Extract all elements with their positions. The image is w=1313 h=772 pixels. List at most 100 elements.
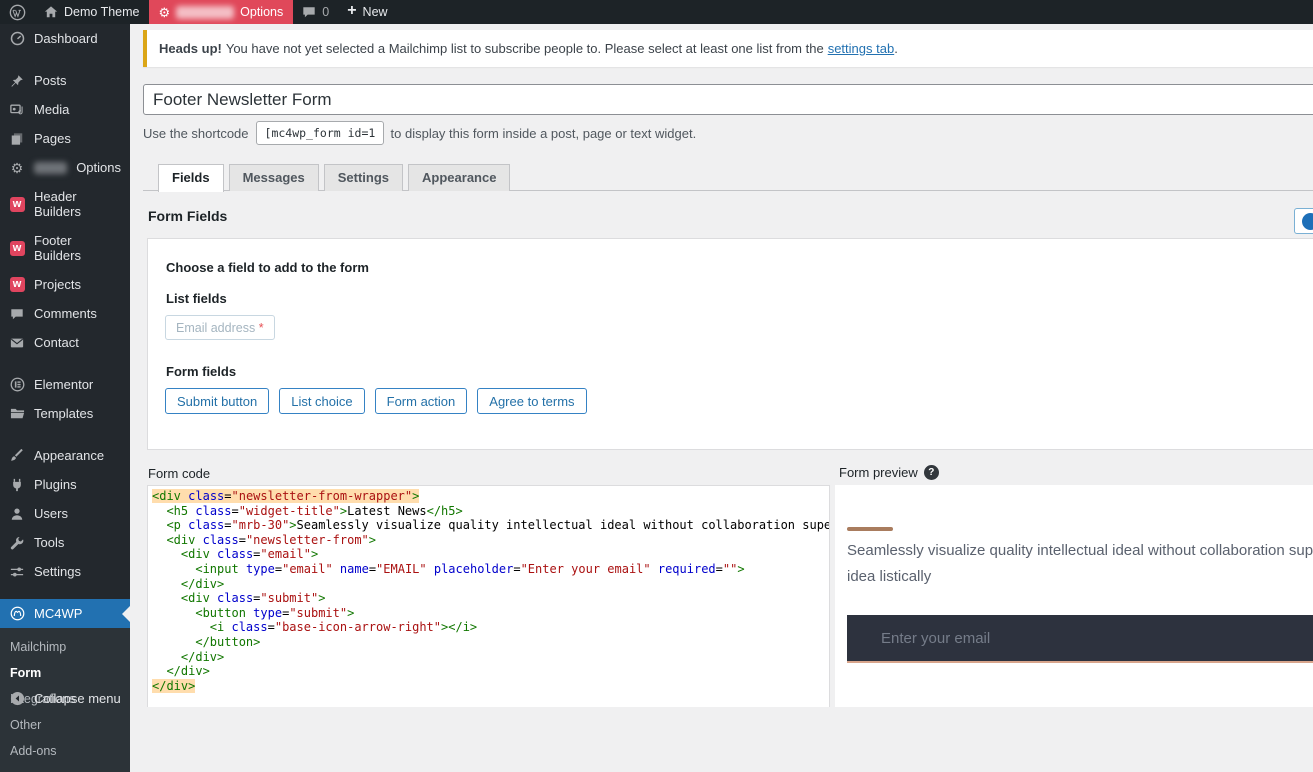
- wordpress-logo[interactable]: [0, 0, 35, 24]
- sidebar-item-templates[interactable]: Templates: [0, 399, 130, 428]
- envelope-icon: [9, 336, 25, 350]
- preview-paragraph-line2: idea listically: [847, 568, 931, 585]
- preview-paragraph-line1: Seamlessly visualize quality intellectua…: [847, 542, 1313, 559]
- plus-icon: +: [347, 3, 356, 19]
- sidebar-item-label: Projects: [34, 277, 81, 292]
- admin-bar: Demo Theme ⚙ Options 0 + New: [0, 0, 1313, 24]
- submit-button-field-button[interactable]: Submit button: [165, 388, 269, 414]
- preview-email-input[interactable]: [847, 615, 1313, 663]
- pages-icon: [9, 132, 25, 146]
- sidebar-item-media[interactable]: Media: [0, 95, 130, 124]
- collapse-menu-label: Collapse menu: [34, 691, 121, 706]
- sidebar-item-label: Dashboard: [34, 31, 98, 46]
- code-line: <p class="mrb-30">Seamlessly visualize q…: [152, 518, 829, 533]
- collapse-arrow-icon: [9, 691, 25, 706]
- sidebar-item-users[interactable]: Users: [0, 499, 130, 528]
- sidebar-item-contact[interactable]: Contact: [0, 328, 130, 357]
- tab-settings[interactable]: Settings: [324, 164, 403, 191]
- code-line: <div class="newsletter-from-wrapper">: [152, 489, 829, 504]
- site-name-menu[interactable]: Demo Theme: [35, 0, 149, 24]
- submenu-item-mailchimp[interactable]: Mailchimp: [0, 634, 130, 660]
- code-line: </div>: [152, 679, 829, 694]
- new-content-menu[interactable]: + New: [338, 0, 396, 24]
- form-fields-heading: Form Fields: [148, 208, 227, 224]
- sidebar-item-label: MC4WP: [34, 606, 82, 621]
- form-editor-tabs: FieldsMessagesSettingsAppearance: [143, 163, 1313, 191]
- sidebar-item-appearance[interactable]: Appearance: [0, 441, 130, 470]
- sidebar-item-label: Templates: [34, 406, 93, 421]
- theme-options-button[interactable]: ⚙ Options: [149, 0, 294, 24]
- elementor-icon: [9, 377, 25, 392]
- notice-bold-text: Heads up!: [159, 41, 222, 56]
- sidebar-item-label: Header Builders: [34, 189, 121, 219]
- dashboard-icon: [9, 31, 25, 46]
- sidebar-item-mc4wp[interactable]: MC4WP: [0, 599, 130, 628]
- code-line: <div class="newsletter-from">: [152, 533, 829, 548]
- notice-text: You have not yet selected a Mailchimp li…: [226, 41, 824, 56]
- w-badge-icon: w: [9, 277, 25, 292]
- sidebar-item-label: Footer Builders: [34, 233, 121, 263]
- code-line: </div>: [152, 664, 829, 679]
- shortcode-suffix: to display this form inside a post, page…: [391, 126, 697, 141]
- sidebar-item-label: Users: [34, 506, 68, 521]
- options-button-label: Options: [240, 5, 283, 19]
- folder-icon: [9, 406, 25, 421]
- sidebar-item-posts[interactable]: Posts: [0, 66, 130, 95]
- shortcode-row: Use the shortcode to display this form i…: [143, 121, 696, 145]
- tab-appearance[interactable]: Appearance: [408, 164, 510, 191]
- sidebar-item-options[interactable]: ⚙Options: [0, 153, 130, 182]
- sidebar-item-plugins[interactable]: Plugins: [0, 470, 130, 499]
- email-address-field-button[interactable]: Email address *: [165, 315, 275, 340]
- collapse-menu-button[interactable]: Collapse menu: [0, 684, 130, 713]
- toggle-knob-icon: [1302, 213, 1313, 230]
- shortcode-input[interactable]: [256, 121, 384, 145]
- form-title-input[interactable]: [143, 84, 1313, 115]
- sidebar-item-label: Plugins: [34, 477, 77, 492]
- comment-icon: [9, 307, 25, 321]
- submenu-item-other[interactable]: Other: [0, 712, 130, 738]
- media-icon: [9, 103, 25, 117]
- submenu-item-add-ons[interactable]: Add-ons: [0, 738, 130, 764]
- sidebar-item-comments[interactable]: Comments: [0, 299, 130, 328]
- sidebar-item-dashboard[interactable]: Dashboard: [0, 24, 130, 53]
- form-fields-label: Form fields: [166, 364, 236, 379]
- w-badge-icon: w: [9, 241, 25, 256]
- sidebar-item-projects[interactable]: w Projects: [0, 270, 130, 299]
- preview-title-accent-bar: [847, 527, 893, 531]
- comments-shortcut[interactable]: 0: [293, 0, 338, 24]
- submenu-item-form[interactable]: Form: [0, 660, 130, 686]
- sidebar-item-header-builders[interactable]: wHeader Builders: [0, 182, 130, 226]
- comment-icon: [302, 5, 316, 19]
- list-choice-field-button[interactable]: List choice: [279, 388, 364, 414]
- sidebar-item-label: Options: [76, 160, 121, 175]
- email-button-label: Email address: [176, 321, 255, 335]
- sidebar-item-label: Posts: [34, 73, 67, 88]
- fields-helper-toggle-button[interactable]: [1294, 208, 1313, 234]
- tab-messages[interactable]: Messages: [229, 164, 319, 191]
- form-preview-label: Form preview: [839, 465, 918, 480]
- user-icon: [9, 507, 25, 521]
- form-preview-panel: Seamlessly visualize quality intellectua…: [835, 485, 1313, 707]
- code-line: </div>: [152, 577, 829, 592]
- list-fields-label: List fields: [166, 291, 227, 306]
- settings-tab-link[interactable]: settings tab: [828, 41, 895, 56]
- sidebar-item-elementor[interactable]: Elementor: [0, 370, 130, 399]
- shortcode-prefix: Use the shortcode: [143, 126, 249, 141]
- sidebar-item-tools[interactable]: Tools: [0, 528, 130, 557]
- code-line: <div class="submit">: [152, 591, 829, 606]
- main-content: Heads up! You have not yet selected a Ma…: [130, 24, 1313, 707]
- form-code-editor[interactable]: <div class="newsletter-from-wrapper"> <h…: [147, 485, 830, 707]
- form-action-field-button[interactable]: Form action: [375, 388, 468, 414]
- tab-fields[interactable]: Fields: [158, 164, 224, 192]
- sidebar-item-settings[interactable]: Settings: [0, 557, 130, 586]
- agree-to-terms-field-button[interactable]: Agree to terms: [477, 388, 586, 414]
- sidebar-item-label: Media: [34, 102, 69, 117]
- admin-sidebar: DashboardPostsMediaPages⚙OptionswHeader …: [0, 24, 130, 707]
- form-preview-label-row: Form preview ?: [839, 465, 939, 480]
- sidebar-item-pages[interactable]: Pages: [0, 124, 130, 153]
- sliders-icon: [9, 565, 25, 579]
- help-icon[interactable]: ?: [924, 465, 939, 480]
- sidebar-item-footer-builders[interactable]: w Footer Builders: [0, 226, 130, 270]
- sidebar-item-label: Pages: [34, 131, 71, 146]
- code-line: <h5 class="widget-title">Latest News</h5…: [152, 504, 829, 519]
